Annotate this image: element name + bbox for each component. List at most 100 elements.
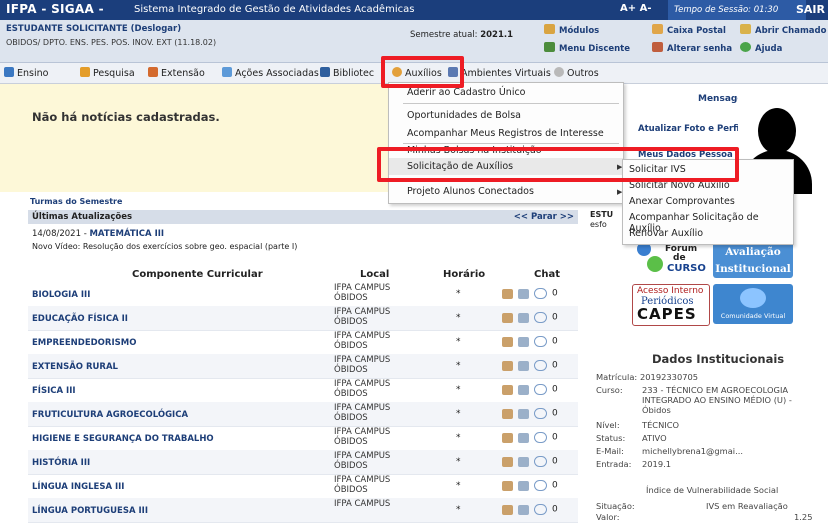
chat-bubble-icon[interactable] (534, 456, 547, 467)
entrada-value: 2019.1 (642, 459, 672, 469)
update-subject-link[interactable]: MATEMÁTICA III (89, 229, 164, 239)
menu-ensino[interactable]: Ensino (4, 67, 48, 79)
forum-icon[interactable] (502, 456, 513, 467)
forum-icon[interactable] (502, 408, 513, 419)
menu-item-aderir[interactable]: Aderir ao Cadastro Único (407, 87, 526, 98)
course-name-link[interactable]: BIOLOGIA III (32, 290, 90, 300)
notes-icon[interactable] (518, 288, 529, 299)
atualizar-foto-link[interactable]: Atualizar Foto e Perfil (638, 124, 742, 134)
notes-icon[interactable] (518, 456, 529, 467)
course-name-link[interactable]: HISTÓRIA III (32, 458, 90, 468)
menu-extensao[interactable]: Extensão (148, 67, 205, 79)
menu-biblioteca[interactable]: Bibliotec (320, 67, 374, 79)
course-name-link[interactable]: FÍSICA III (32, 386, 76, 396)
menu-discente-link[interactable]: Menu Discente (544, 42, 630, 54)
ajuda-link[interactable]: Ajuda (740, 42, 782, 54)
caixa-postal-link[interactable]: Caixa Postal (652, 24, 726, 36)
font-size-controls[interactable]: A+ A- (620, 3, 652, 14)
course-name-link[interactable]: LÍNGUA INGLESA III (32, 482, 124, 492)
avaliacao-institucional-link[interactable]: Avaliação Institucional (713, 242, 793, 278)
abrir-chamado-link[interactable]: Abrir Chamado (740, 24, 826, 36)
chat-bubble-icon[interactable] (534, 504, 547, 515)
chat-bubble-icon[interactable] (534, 288, 547, 299)
chat-bubble-icon[interactable] (534, 336, 547, 347)
chat-bubble-icon[interactable] (534, 360, 547, 371)
nivel-label: Nível: (596, 420, 620, 430)
alterar-senha-link[interactable]: Alterar senha (652, 42, 732, 54)
course-name-link[interactable]: EXTENSÃO RURAL (32, 362, 118, 372)
deslogar-link[interactable]: (Deslogar) (131, 24, 181, 34)
turmas-title: Turmas do Semestre (30, 197, 123, 206)
course-chat: 0 (502, 432, 562, 444)
app-title: IFPA - SIGAA - (6, 2, 104, 16)
menu-outros[interactable]: Outros (554, 67, 599, 79)
submenu-item-anexar[interactable]: Anexar Comprovantes (629, 196, 735, 207)
chat-bubble-icon[interactable] (534, 312, 547, 323)
notes-icon[interactable] (518, 408, 529, 419)
forum-icon[interactable] (502, 480, 513, 491)
parar-link[interactable]: << Parar >> (514, 212, 574, 222)
forum-icon[interactable] (502, 504, 513, 515)
forum-icon[interactable] (502, 288, 513, 299)
notes-icon[interactable] (518, 336, 529, 347)
chat-bubble-icon[interactable] (534, 384, 547, 395)
notes-icon[interactable] (518, 432, 529, 443)
situacao-label: Situação: (596, 501, 635, 511)
curso-value-2: INTEGRADO AO ENSINO MÉDIO (U) - (642, 395, 792, 405)
entrada-label: Entrada: (596, 459, 632, 469)
curso-value-1: 233 - TÉCNICO EM AGROECOLOGIA (642, 385, 789, 395)
forum-curso-link[interactable]: Fórum de CURSO (633, 242, 707, 278)
notes-icon[interactable] (518, 480, 529, 491)
logout-link[interactable]: SAIR (796, 3, 825, 16)
notes-icon[interactable] (518, 504, 529, 515)
menu-pesquisa[interactable]: Pesquisa (80, 67, 135, 79)
chat-bubble-icon[interactable] (534, 432, 547, 443)
menu-item-oportunidades[interactable]: Oportunidades de Bolsa (407, 110, 521, 121)
avatar-head (758, 108, 796, 154)
course-schedule: * (456, 337, 461, 347)
forum-icon[interactable] (502, 360, 513, 371)
forum-icon[interactable] (502, 312, 513, 323)
menu-item-acompanhar-registros[interactable]: Acompanhar Meus Registros de Interesse (407, 128, 604, 139)
chat-bubble-icon[interactable] (534, 408, 547, 419)
course-schedule: * (456, 481, 461, 491)
key-icon (652, 42, 663, 52)
course-name-link[interactable]: LÍNGUA PORTUGUESA III (32, 506, 148, 516)
course-location: IFPA CAMPUS ÓBIDOS (334, 283, 391, 303)
heart-hands-icon (148, 67, 158, 77)
curso-label: Curso: (596, 385, 623, 395)
table-row: FRUTICULTURA AGROECOLÓGICA IFPA CAMPUS ÓBI… (28, 402, 578, 427)
notes-icon[interactable] (518, 312, 529, 323)
email-label: E-Mail: (596, 446, 624, 456)
course-name-link[interactable]: FRUTICULTURA AGROECOLÓGICA (32, 410, 188, 420)
course-location: IFPA CAMPUS ÓBIDOS (334, 355, 391, 375)
notes-icon[interactable] (518, 384, 529, 395)
chat-bubble-icon[interactable] (534, 480, 547, 491)
email-value: michellybrena1@gmai... (642, 446, 744, 456)
modulos-link[interactable]: Módulos (544, 24, 599, 36)
forum-icon[interactable] (502, 384, 513, 395)
course-chat: 0 (502, 504, 562, 516)
course-location: IFPA CAMPUS ÓBIDOS (334, 427, 391, 447)
menu-item-projeto-alunos[interactable]: Projeto Alunos Conectados (407, 186, 534, 197)
notes-icon[interactable] (518, 360, 529, 371)
capes-periodicos-link[interactable]: Acesso Interno Periódicos CAPES (632, 284, 710, 326)
course-name-link[interactable]: HIGIENE E SEGURANÇA DO TRABALHO (32, 434, 214, 444)
forum-icon[interactable] (502, 432, 513, 443)
menu-acoes-associadas[interactable]: Ações Associadas (222, 67, 319, 79)
updates-title: Últimas Atualizações (32, 212, 133, 222)
submenu-item-renovar[interactable]: Renovar Auxílio (629, 228, 703, 239)
course-name-link[interactable]: EDUCAÇÃO FÍSICA II (32, 314, 128, 324)
course-name-link[interactable]: EMPREENDEDORISMO (32, 338, 136, 348)
help-icon (740, 42, 751, 52)
course-schedule: * (456, 409, 461, 419)
course-schedule: * (456, 385, 461, 395)
current-semester: Semestre atual: 2021.1 (410, 30, 514, 40)
menu-separator (403, 143, 619, 144)
course-schedule: * (456, 457, 461, 467)
forum-icon[interactable] (502, 336, 513, 347)
course-schedule: * (456, 433, 461, 443)
comunidade-virtual-link[interactable]: Comunidade Virtual (713, 284, 793, 324)
matricula-value: 20192330705 (640, 372, 699, 382)
course-schedule: * (456, 289, 461, 299)
